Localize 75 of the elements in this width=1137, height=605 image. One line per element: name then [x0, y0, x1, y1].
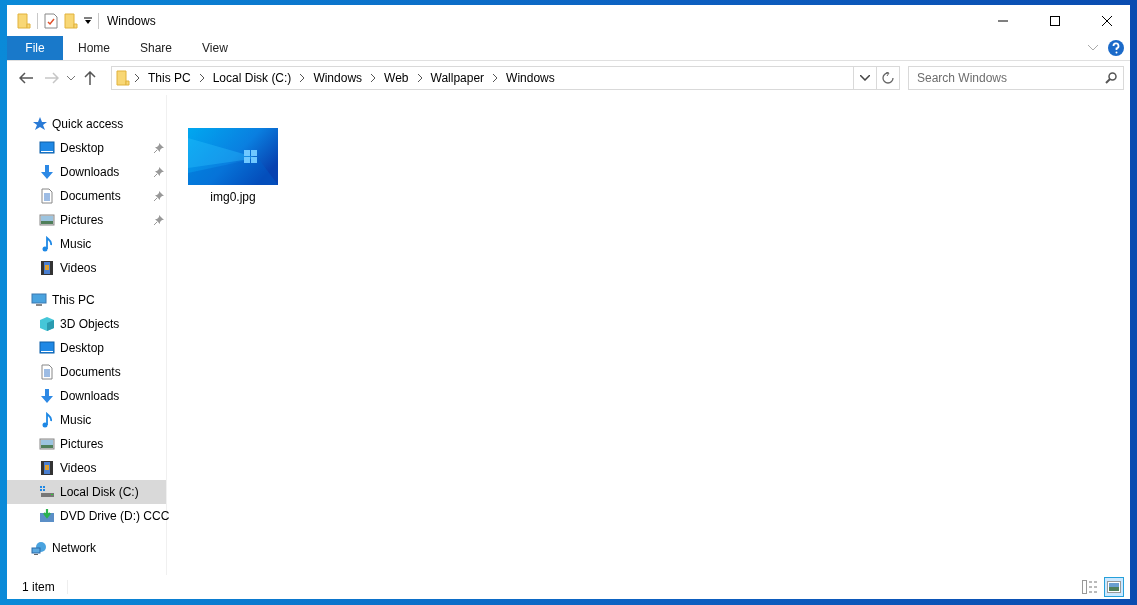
chevron-right-icon[interactable] [369, 74, 378, 82]
chevron-right-icon[interactable] [491, 74, 500, 82]
folder-icon [116, 70, 130, 86]
breadcrumb[interactable]: Local Disk (C:) [208, 71, 296, 85]
star-icon [31, 116, 47, 132]
nav-item[interactable]: Quick access [7, 112, 166, 136]
document-icon [39, 188, 55, 204]
monitor-icon [31, 292, 47, 308]
breadcrumb[interactable]: Windows [309, 71, 367, 85]
nav-item[interactable]: This PC [7, 288, 166, 312]
close-icon[interactable] [1102, 15, 1112, 26]
drive-icon [39, 484, 55, 500]
refresh-icon[interactable] [882, 72, 894, 84]
document-icon [39, 364, 55, 380]
nav-item[interactable]: Network [7, 536, 166, 560]
nav-item[interactable]: Downloads [7, 160, 166, 184]
details-view-button[interactable] [1080, 577, 1100, 597]
down-arrow-icon [39, 388, 55, 404]
pin-icon[interactable] [154, 215, 164, 225]
search-icon [1105, 72, 1117, 84]
address-bar[interactable]: This PC Local Disk (C:) Windows Web Wallpaper Windows [111, 66, 900, 90]
nav-item[interactable]: 3D Objects [7, 312, 166, 336]
ribbon-tab[interactable]: View [187, 36, 243, 60]
nav-item[interactable]: Videos [7, 456, 166, 480]
chevron-right-icon[interactable] [415, 74, 424, 82]
monitor-icon [39, 340, 55, 356]
recent-locations-icon[interactable] [67, 75, 75, 81]
chevron-right-icon[interactable] [298, 74, 307, 82]
nav-item[interactable]: Pictures [7, 208, 166, 232]
back-arrow-icon[interactable] [19, 72, 33, 84]
search-field[interactable]: Search Windows [908, 66, 1124, 90]
file-name: img0.jpg [210, 190, 256, 204]
nav-item[interactable]: Videos [7, 256, 166, 280]
ribbon-tab[interactable]: Share [125, 36, 188, 60]
properties-icon[interactable] [44, 12, 58, 29]
maximize-icon[interactable] [1050, 15, 1060, 26]
breadcrumb[interactable]: This PC [144, 71, 195, 85]
dropdown-icon[interactable] [84, 16, 92, 25]
film-icon [39, 460, 55, 476]
picture-icon [39, 436, 55, 452]
nav-item[interactable]: Music [7, 232, 166, 256]
breadcrumb[interactable]: Windows [502, 71, 559, 85]
pin-icon[interactable] [154, 143, 164, 153]
nav-item[interactable]: Music [7, 408, 166, 432]
item-count: 1 item [22, 580, 68, 594]
ribbon-tab[interactable]: File [7, 36, 63, 60]
cube-icon [39, 316, 55, 332]
monitor-icon [39, 140, 55, 156]
window-title: Windows [107, 13, 157, 28]
dvd-drive-icon [39, 508, 55, 524]
nav-item[interactable]: Pictures [7, 432, 166, 456]
new-folder-icon [64, 12, 78, 29]
chevron-right-icon[interactable] [133, 74, 141, 82]
help-icon[interactable] [1108, 40, 1124, 56]
picture-icon [39, 212, 55, 228]
nav-item[interactable]: Desktop [7, 136, 166, 160]
film-icon [39, 260, 55, 276]
file-item[interactable]: img0.jpg [188, 128, 278, 204]
network-icon [31, 540, 47, 556]
down-arrow-icon [39, 164, 55, 180]
ribbon-tab[interactable]: Home [63, 36, 125, 60]
pin-icon[interactable] [154, 191, 164, 201]
chevron-down-icon[interactable] [860, 75, 870, 81]
chevron-right-icon[interactable] [197, 74, 206, 82]
nav-item[interactable]: Downloads [7, 384, 166, 408]
breadcrumb[interactable]: Wallpaper [426, 71, 489, 85]
nav-item[interactable]: Documents [7, 184, 166, 208]
large-icons-view-button[interactable] [1104, 577, 1124, 597]
nav-item[interactable]: Documents [7, 360, 166, 384]
up-arrow-icon[interactable] [84, 71, 96, 85]
nav-item[interactable]: Desktop [7, 336, 166, 360]
nav-item[interactable]: Local Disk (C:) [7, 480, 166, 504]
pin-icon[interactable] [154, 167, 164, 177]
breadcrumb[interactable]: Web [380, 71, 413, 85]
folder-icon [17, 12, 31, 29]
